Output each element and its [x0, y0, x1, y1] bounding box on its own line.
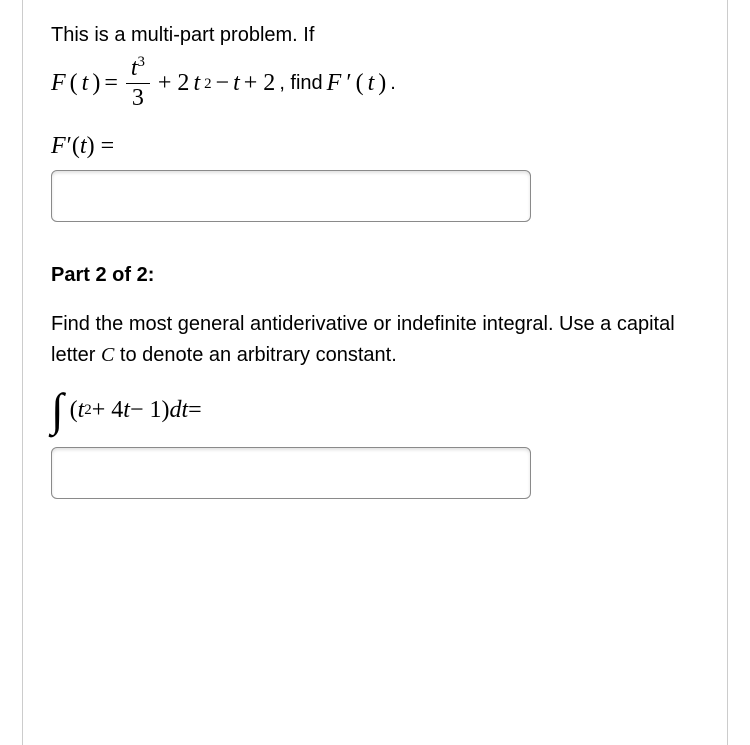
part2-heading: Part 2 of 2:	[51, 264, 699, 287]
part1-formula: F(t) = t3 3 + 2t2 − t + 2, find F′(t).	[51, 56, 699, 111]
part2-instruction: Find the most general antiderivative or …	[51, 309, 699, 371]
integral-icon: ∫	[51, 387, 64, 433]
lhs-var: t	[82, 70, 89, 97]
part1-answer-label: F′(t) =	[51, 133, 699, 160]
constant-C: C	[101, 344, 114, 366]
intro-text: This is a multi-part problem. If	[51, 20, 699, 50]
equals: =	[104, 70, 118, 97]
lhs-fn: F	[51, 70, 66, 97]
part1-answer-input[interactable]	[51, 170, 531, 222]
part2-answer-input[interactable]	[51, 447, 531, 499]
problem-panel: This is a multi-part problem. If F(t) = …	[22, 0, 728, 745]
fraction: t3 3	[126, 56, 150, 111]
part2-integral: ∫ (t2 + 4t − 1) dt =	[51, 387, 699, 433]
